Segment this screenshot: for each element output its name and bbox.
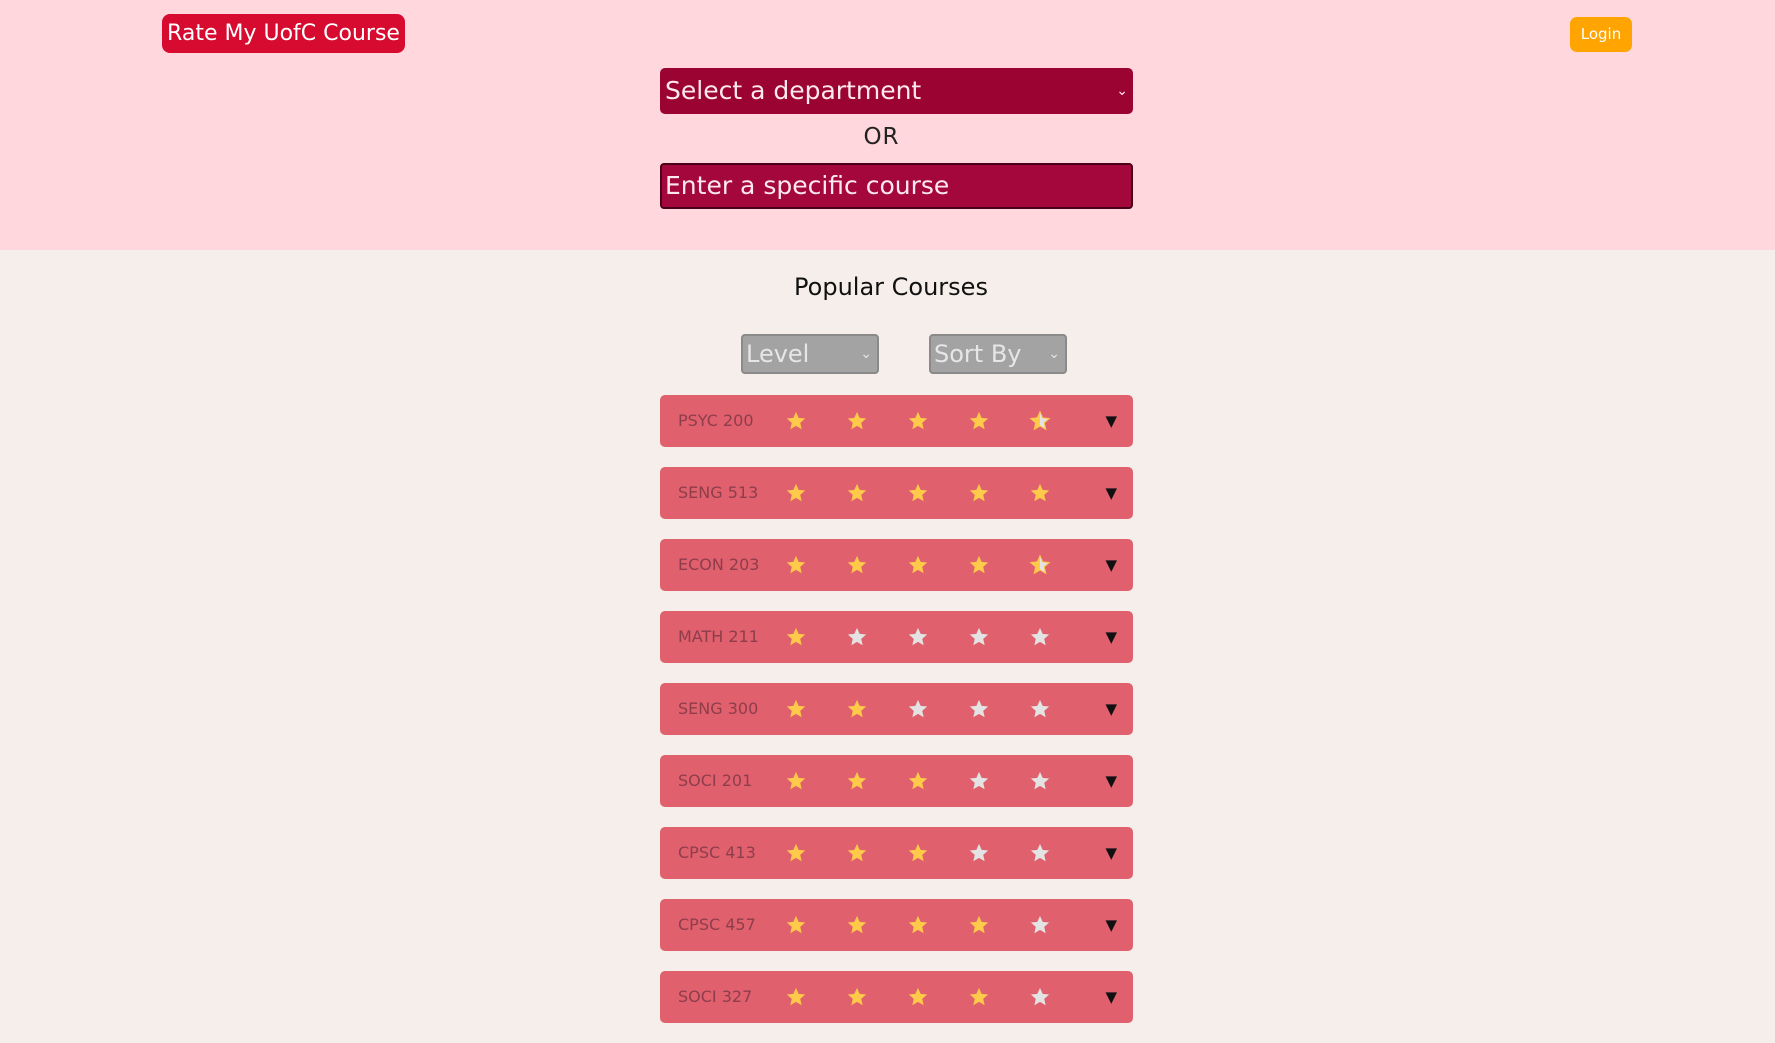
star-icon — [1030, 771, 1050, 790]
department-select[interactable]: Select a department ⌄ — [660, 68, 1133, 114]
star-icon — [969, 411, 989, 430]
course-code: SENG 513 — [678, 483, 759, 502]
expand-caret-icon[interactable]: ▼ — [1105, 899, 1117, 951]
expand-caret-icon[interactable]: ▼ — [1105, 755, 1117, 807]
popular-courses-title: Popular Courses — [794, 273, 988, 301]
rating-stars — [785, 482, 1090, 504]
course-code: CPSC 413 — [678, 843, 756, 862]
star-icon — [1029, 410, 1051, 431]
chevron-down-icon: ⌄ — [1116, 83, 1128, 99]
login-button[interactable]: Login — [1570, 17, 1632, 52]
star-icon — [786, 987, 806, 1006]
star-icon — [847, 627, 867, 646]
star-icon — [969, 771, 989, 790]
star-icon — [847, 699, 867, 718]
sort-select-value: Sort By — [934, 340, 1022, 368]
course-code: CPSC 457 — [678, 915, 756, 934]
star-icon — [969, 915, 989, 934]
rating-stars — [785, 410, 1090, 432]
star-icon — [786, 915, 806, 934]
level-filter-select[interactable]: Level ⌄ — [741, 334, 879, 374]
course-row[interactable]: SENG 513 ▼ — [660, 467, 1133, 519]
star-icon — [908, 411, 928, 430]
course-code: SOCI 201 — [678, 771, 753, 790]
expand-caret-icon[interactable]: ▼ — [1105, 611, 1117, 663]
star-icon — [847, 771, 867, 790]
expand-caret-icon[interactable]: ▼ — [1105, 539, 1117, 591]
course-code: PSYC 200 — [678, 411, 754, 430]
level-select-value: Level — [746, 340, 810, 368]
star-icon — [847, 987, 867, 1006]
course-list: PSYC 200 ▼ SENG 513 ▼ ECON 203 ▼ MATH 211 ▼ SENG… — [660, 395, 1133, 1043]
course-code: MATH 211 — [678, 627, 759, 646]
rating-stars — [785, 770, 1090, 792]
course-row[interactable]: PSYC 200 ▼ — [660, 395, 1133, 447]
star-icon — [1030, 987, 1050, 1006]
brand-logo-button[interactable]: Rate My UofC Course — [162, 14, 405, 53]
course-row[interactable]: MATH 211 ▼ — [660, 611, 1133, 663]
expand-caret-icon[interactable]: ▼ — [1105, 467, 1117, 519]
expand-caret-icon[interactable]: ▼ — [1105, 395, 1117, 447]
rating-stars — [785, 914, 1090, 936]
star-icon — [1030, 843, 1050, 862]
or-separator: OR — [863, 124, 900, 150]
rating-stars — [785, 554, 1090, 576]
star-icon — [786, 411, 806, 430]
star-icon — [908, 555, 928, 574]
star-icon — [908, 915, 928, 934]
star-icon — [908, 699, 928, 718]
star-icon — [786, 555, 806, 574]
rating-stars — [785, 698, 1090, 720]
header-bar: Rate My UofC Course Login Select a depar… — [0, 0, 1775, 250]
star-icon — [1029, 554, 1051, 575]
star-icon — [786, 483, 806, 502]
star-icon — [786, 771, 806, 790]
star-icon — [1030, 915, 1050, 934]
course-row[interactable]: SOCI 201 ▼ — [660, 755, 1133, 807]
chevron-down-icon: ⌄ — [1048, 346, 1060, 362]
star-icon — [969, 699, 989, 718]
star-icon — [908, 771, 928, 790]
star-icon — [969, 555, 989, 574]
star-icon — [786, 843, 806, 862]
star-icon — [908, 843, 928, 862]
course-row[interactable]: SENG 300 ▼ — [660, 683, 1133, 735]
course-search-input[interactable]: Enter a specific course — [660, 163, 1133, 209]
course-row[interactable]: CPSC 413 ▼ — [660, 827, 1133, 879]
sort-by-select[interactable]: Sort By ⌄ — [929, 334, 1067, 374]
star-icon — [969, 843, 989, 862]
star-icon — [1030, 699, 1050, 718]
star-icon — [908, 987, 928, 1006]
star-icon — [969, 483, 989, 502]
expand-caret-icon[interactable]: ▼ — [1105, 683, 1117, 735]
expand-caret-icon[interactable]: ▼ — [1105, 827, 1117, 879]
course-row[interactable]: CPSC 457 ▼ — [660, 899, 1133, 951]
star-icon — [847, 411, 867, 430]
rating-stars — [785, 626, 1090, 648]
expand-caret-icon[interactable]: ▼ — [1105, 971, 1117, 1023]
star-icon — [847, 555, 867, 574]
course-code: SOCI 327 — [678, 987, 753, 1006]
course-code: ECON 203 — [678, 555, 760, 574]
rating-stars — [785, 986, 1090, 1008]
course-row[interactable]: ECON 203 ▼ — [660, 539, 1133, 591]
star-icon — [908, 483, 928, 502]
star-icon — [847, 915, 867, 934]
course-row[interactable]: SOCI 327 ▼ — [660, 971, 1133, 1023]
course-code: SENG 300 — [678, 699, 759, 718]
star-icon — [908, 627, 928, 646]
star-icon — [969, 987, 989, 1006]
star-icon — [1030, 483, 1050, 502]
chevron-down-icon: ⌄ — [860, 346, 872, 362]
star-icon — [847, 843, 867, 862]
star-icon — [786, 699, 806, 718]
star-icon — [847, 483, 867, 502]
star-icon — [786, 627, 806, 646]
department-select-value: Select a department — [665, 76, 922, 105]
rating-stars — [785, 842, 1090, 864]
star-icon — [969, 627, 989, 646]
star-icon — [1030, 627, 1050, 646]
